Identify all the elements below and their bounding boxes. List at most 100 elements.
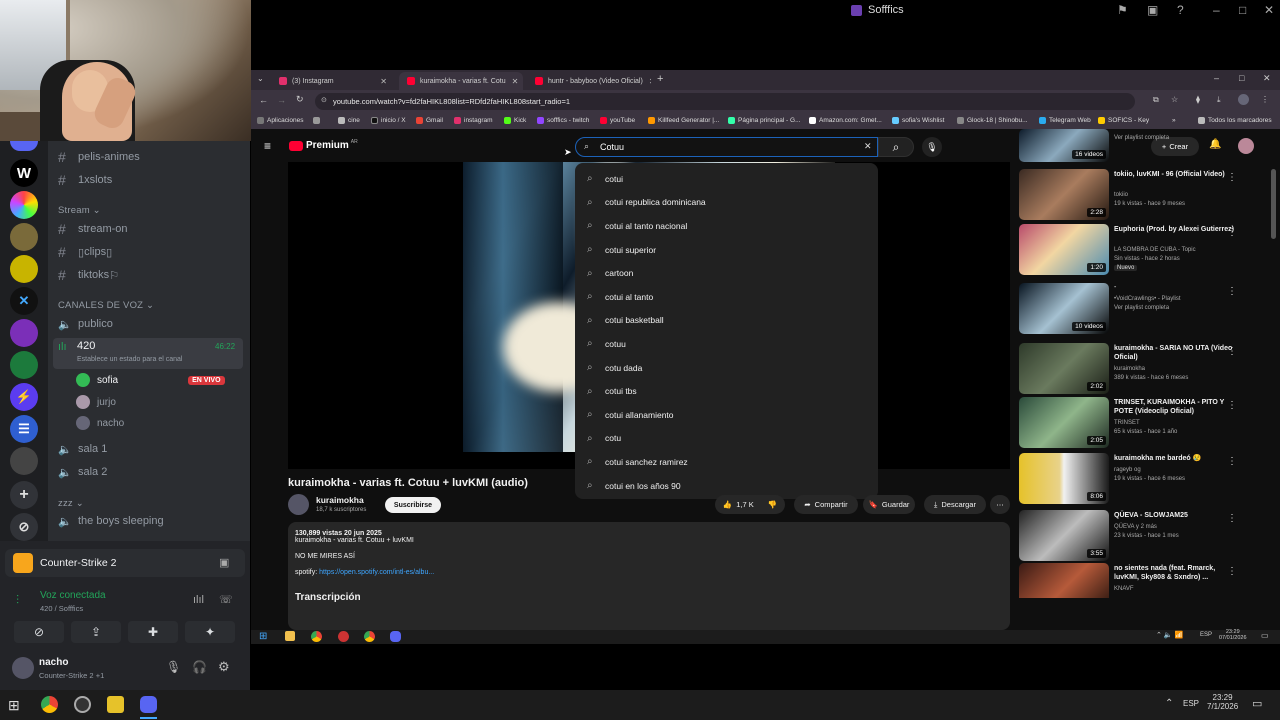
server-icon[interactable] — [10, 255, 38, 283]
voice-member-jurjo[interactable]: jurjo — [76, 395, 116, 409]
soundboard-button[interactable]: ✦ — [185, 621, 235, 643]
suggestion-item[interactable]: ⌕ cotuu — [575, 332, 878, 356]
install-icon[interactable]: ⧉ — [1153, 95, 1159, 105]
close-icon[interactable]: ✕ — [1264, 3, 1274, 17]
bookmark-x[interactable]: inicio / X — [371, 117, 406, 124]
maximize-icon[interactable]: □ — [1239, 73, 1244, 83]
back-icon[interactable]: ← — [259, 95, 268, 105]
video-description[interactable]: 130,899 vistas 20 jun 2025 kuraimokha - … — [288, 522, 1010, 630]
voice-channel-420[interactable]: ılı 420 46:22 Establece un estado para e… — [53, 338, 243, 369]
search-input[interactable]: Cotuu — [575, 137, 878, 157]
recommendation-item[interactable]: 2:05 TRINSET, KURAIMOKHA - PITO Y POTE (… — [1019, 397, 1259, 449]
save-button[interactable]: 🔖 Guardar — [863, 495, 915, 514]
category-zzz[interactable]: zzz ⌄ — [58, 498, 84, 509]
bookmark-kick[interactable]: Kick — [504, 117, 526, 124]
voice-member-sofia[interactable]: sofia EN VIVO — [76, 373, 225, 387]
clear-search-icon[interactable]: ✕ — [864, 141, 872, 152]
bookmark-sofics-key[interactable]: SOFICS - Key — [1098, 117, 1149, 124]
voice-status[interactable]: Voz conectada — [40, 590, 106, 601]
profile-avatar[interactable] — [1238, 94, 1249, 105]
chrome-icon[interactable] — [41, 696, 58, 713]
channel-clips[interactable]: # ▯ clips ▯ — [58, 242, 112, 262]
voice-channel-sala-2[interactable]: 🔈 sala 2 — [58, 462, 107, 482]
more-options-icon[interactable]: ⋮ — [1227, 400, 1237, 411]
channel-stream-on[interactable]: # stream-on — [58, 219, 128, 239]
voice-search-icon[interactable]: 🎙 — [922, 137, 942, 157]
bookmark-gmail[interactable]: Gmail — [416, 117, 443, 124]
server-icon[interactable]: ⚡ — [10, 383, 38, 411]
bookmark-killfeed[interactable]: Killfeed Generator |... — [648, 117, 719, 124]
add-server-icon[interactable]: + — [10, 481, 38, 509]
bookmark-twitch[interactable]: sofffics - twitch — [537, 117, 589, 124]
bookmarks-overflow[interactable]: » — [1172, 117, 1176, 124]
suggestion-item[interactable]: ⌕ cotui republica dominicana — [575, 191, 878, 215]
suggestion-item[interactable]: ⌕ cotui al tanto — [575, 285, 878, 309]
close-tab-icon[interactable]: ✕ — [374, 77, 387, 86]
tray-icons[interactable]: ⌃ 🔈 📶 — [1156, 631, 1183, 639]
maximize-icon[interactable]: □ — [1239, 3, 1246, 17]
reload-icon[interactable]: ↻ — [296, 94, 304, 105]
subscribe-button[interactable]: Suscribirse — [385, 497, 441, 513]
recommendation-playlist[interactable]: 10 videos - •VoidCrawlings• - Playlist V… — [1019, 283, 1259, 335]
scrollbar[interactable] — [1271, 169, 1276, 239]
activity-card[interactable]: Counter-Strike 2 ▣ — [5, 549, 245, 577]
more-options-icon[interactable]: ⋮ — [1227, 566, 1237, 577]
minimize-icon[interactable]: – — [1214, 73, 1219, 83]
tab-youtube-active[interactable]: kuraimokha - varias ft. Cotu ✕ — [399, 72, 523, 90]
bookmark-apps[interactable]: Aplicaciones — [257, 117, 304, 124]
more-options-icon[interactable]: ⋮ — [1227, 286, 1237, 297]
more-options-icon[interactable]: ⋮ — [1227, 513, 1237, 524]
recommendation-item[interactable]: no sientes nada (feat. Rmarck, luvKMI, S… — [1019, 563, 1259, 598]
suggestion-item[interactable]: ⌕ cotui al tanto nacional — [575, 214, 878, 238]
clock[interactable]: 23:29 7/1/2026 — [1207, 693, 1238, 711]
bookmark-pagina-principal[interactable]: Página principal - G... — [728, 117, 801, 124]
server-icon[interactable]: ☰ — [10, 415, 38, 443]
suggestion-item[interactable]: ⌕ cotui basketball — [575, 309, 878, 333]
downloads-icon[interactable]: ⤓ — [1217, 95, 1221, 105]
server-icon-w[interactable]: W — [10, 159, 38, 187]
bookmark-telegram[interactable]: Telegram Web — [1039, 117, 1091, 124]
screen-share-icon[interactable]: ▣ — [219, 556, 229, 569]
category-stream[interactable]: Stream ⌄ — [58, 205, 101, 216]
headphones-icon[interactable]: 🎧 — [192, 660, 207, 674]
camera-button[interactable]: ⊘ — [14, 621, 64, 643]
suggestion-item[interactable]: ⌕ cotui tbs — [575, 379, 878, 403]
bookmark-amazon[interactable]: Amazon.com: Gmet... — [809, 117, 882, 124]
channel-1xslots[interactable]: #1xslots — [58, 170, 112, 190]
spotify-link[interactable]: https://open.spotify.com/intl-es/albu... — [319, 569, 434, 576]
thumbs-down-icon[interactable]: 👎 — [768, 500, 777, 509]
suggestion-item[interactable]: ⌕ cotui superior — [575, 238, 878, 262]
suggestion-item[interactable]: ⌕ cotui — [575, 167, 878, 191]
bookmark-youtube[interactable]: youTube — [600, 117, 635, 124]
more-options-icon[interactable]: ⋮ — [1227, 227, 1237, 238]
voice-channel-sala-1[interactable]: 🔈 sala 1 — [58, 439, 107, 459]
flag-icon[interactable]: ⚑ — [1117, 3, 1128, 17]
noise-icon[interactable]: ılıl — [193, 594, 204, 606]
minimize-icon[interactable]: – — [1213, 3, 1220, 17]
tab-instagram[interactable]: (3) Instagram ✕ — [271, 72, 395, 90]
disconnect-icon[interactable]: ☏ — [219, 593, 233, 606]
suggestion-item[interactable]: ⌕ cartoon — [575, 261, 878, 285]
recommendation-item[interactable]: 8:06 kuraimokha me bardeó 😢 rageyb og 19… — [1019, 453, 1259, 505]
suggestion-item[interactable]: ⌕ cotui allanamiento — [575, 403, 878, 427]
settings-gear-icon[interactable]: ⚙ — [218, 659, 230, 675]
close-tab-icon[interactable]: ✕ — [506, 77, 519, 86]
bookmark-cine[interactable]: cine — [338, 117, 360, 124]
more-options-icon[interactable]: ⋮ — [1227, 172, 1237, 183]
playlist-link[interactable]: Ver playlist completa — [1114, 305, 1169, 311]
channel-avatar[interactable] — [288, 494, 309, 515]
monitor-icon[interactable]: ▣ — [1147, 3, 1158, 17]
voice-member-nacho[interactable]: nacho — [76, 416, 124, 430]
microphone-icon[interactable]: 🎙 — [166, 660, 181, 674]
bookmark-wishlist[interactable]: sofia's Wishlist — [892, 117, 944, 124]
menu-icon[interactable]: ⋮ — [1261, 95, 1269, 104]
youtube-logo[interactable]: Premium AR — [289, 139, 358, 151]
help-icon[interactable]: ? — [1177, 3, 1184, 17]
voice-channel-publico[interactable]: 🔈 publico — [58, 314, 113, 334]
more-options-icon[interactable]: ⋮ — [1227, 346, 1237, 357]
notification-icon[interactable]: ▭ — [1261, 631, 1269, 640]
tab-huntr[interactable]: huntr - babyboo (Video Oficial)✕ — [527, 72, 651, 90]
windows-start-icon[interactable]: ⊞ — [259, 631, 267, 642]
obs-icon[interactable] — [74, 696, 91, 713]
server-icon[interactable] — [10, 447, 38, 475]
